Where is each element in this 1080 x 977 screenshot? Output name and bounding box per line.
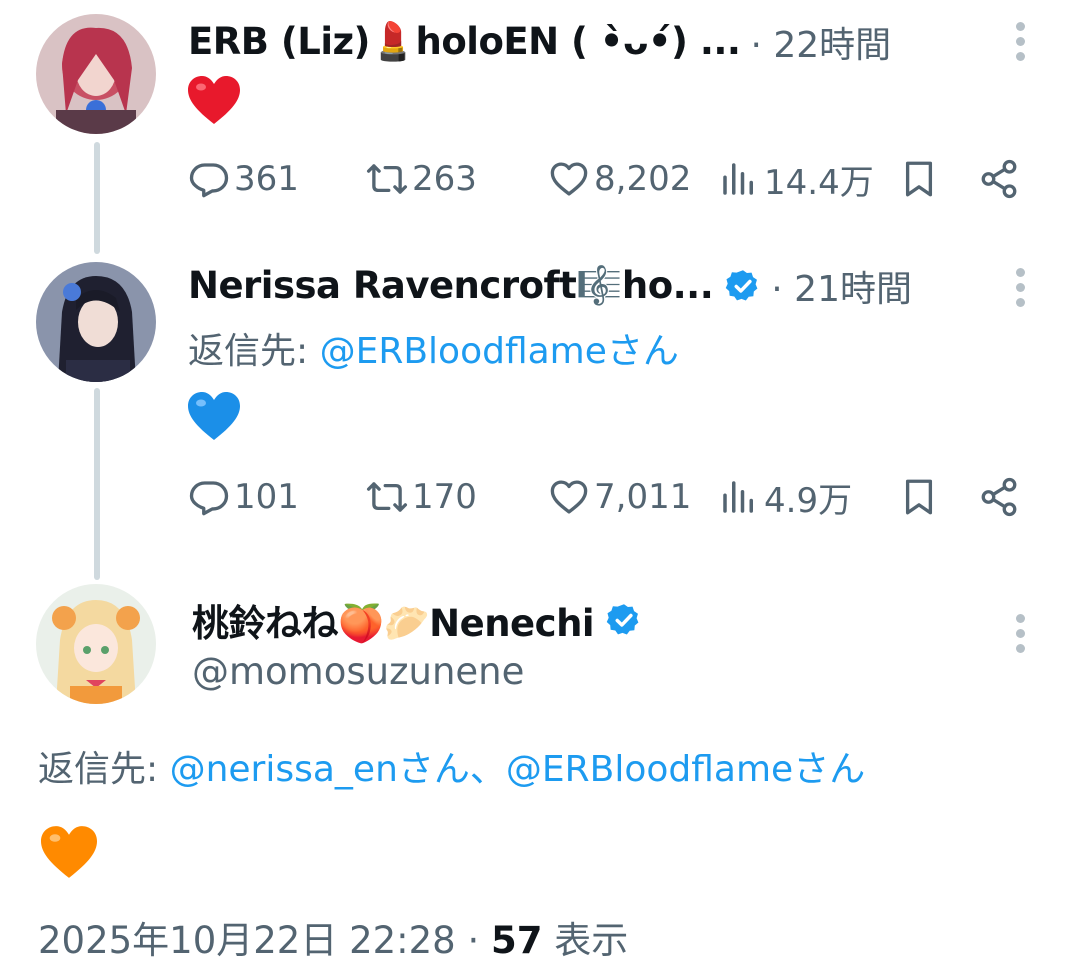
more-options-icon[interactable] <box>1014 268 1026 307</box>
views-button[interactable]: 4.9万 <box>718 472 852 522</box>
reply-button[interactable]: 101 <box>188 472 299 522</box>
tweet1-header: ERB (Liz)💄holoEN ( •̀ᴗ•́) ... · 22時間 <box>188 14 988 70</box>
reply-count: 361 <box>234 159 299 199</box>
bookmark-button[interactable] <box>898 154 940 204</box>
more-options-icon[interactable] <box>1014 614 1026 653</box>
views-button[interactable]: 14.4万 <box>718 154 874 204</box>
avatar-nene[interactable] <box>36 584 156 704</box>
reply-icon <box>189 163 229 198</box>
tweet2-reply-to: 返信先: @ERBloodflameさん <box>188 322 679 374</box>
reply-mention-link[interactable]: @nerissa_enさん、@ERBloodflameさん <box>170 749 866 790</box>
retweet-count: 263 <box>412 159 477 199</box>
retweet-icon <box>366 164 408 194</box>
heart-icon <box>550 480 588 514</box>
avatar-nerissa[interactable] <box>36 262 156 382</box>
blue-heart-icon <box>186 390 242 442</box>
tweet1-display-name[interactable]: ERB (Liz)💄holoEN ( •̀ᴗ•́) ... <box>188 20 740 64</box>
red-heart-icon <box>186 74 242 126</box>
main-reply-to: 返信先: @nerissa_enさん、@ERBloodflameさん <box>38 740 865 792</box>
verified-badge-icon <box>606 604 639 635</box>
tweet2-time[interactable]: · 21時間 <box>771 260 912 312</box>
reply-mention-link[interactable]: @ERBloodflameさん <box>320 331 679 372</box>
share-button[interactable] <box>978 154 1020 204</box>
verified-badge-icon <box>726 270 758 301</box>
bookmark-icon <box>905 479 933 515</box>
main-tweet-meta: 2025年10月22日 22:28 · 57 表示 <box>38 910 628 964</box>
retweet-button[interactable]: 263 <box>366 154 477 204</box>
retweet-icon <box>366 482 408 512</box>
reply-icon <box>189 481 229 516</box>
bookmark-icon <box>905 161 933 197</box>
like-button[interactable]: 8,202 <box>548 154 691 204</box>
tweet1-time[interactable]: · 22時間 <box>750 16 891 68</box>
tweet2-actions: 101 170 7,011 4.9万 <box>188 472 1028 522</box>
tweet-view-label: 表示 <box>542 919 629 962</box>
reply-to-label: 返信先: <box>38 749 170 790</box>
thread-line-2 <box>94 388 100 580</box>
heart-icon <box>550 162 588 196</box>
retweet-count: 170 <box>412 477 477 517</box>
thread-line-1 <box>94 142 100 254</box>
main-display-name[interactable]: 桃鈴ねね🍑🥟Nenechi <box>192 593 594 647</box>
avatar-erb[interactable] <box>36 14 156 134</box>
bookmark-button[interactable] <box>898 472 940 522</box>
tweet-view-count: 57 <box>491 919 543 962</box>
share-icon <box>981 477 1017 517</box>
more-options-icon[interactable] <box>1014 22 1026 61</box>
share-button[interactable] <box>978 472 1020 522</box>
like-count: 7,011 <box>594 477 692 517</box>
share-icon <box>981 159 1017 199</box>
view-count: 4.9万 <box>764 480 853 521</box>
avatar-nerissa-image <box>36 262 156 382</box>
retweet-button[interactable]: 170 <box>366 472 477 522</box>
avatar-erb-image <box>36 14 156 134</box>
reply-to-label: 返信先: <box>188 331 320 372</box>
tweet1-actions: 361 263 8,202 14.4万 <box>188 154 1028 204</box>
analytics-icon <box>723 163 753 195</box>
like-button[interactable]: 7,011 <box>548 472 691 522</box>
reply-count: 101 <box>234 477 299 517</box>
orange-heart-icon <box>38 824 100 880</box>
reply-button[interactable]: 361 <box>188 154 299 204</box>
main-handle[interactable]: @momosuzunene <box>192 650 524 693</box>
view-count: 14.4万 <box>764 162 874 203</box>
analytics-icon <box>723 481 753 513</box>
like-count: 8,202 <box>594 159 692 199</box>
tweet-timestamp[interactable]: 2025年10月22日 22:28 · <box>38 919 491 962</box>
avatar-nene-image <box>36 584 156 704</box>
tweet2-header: Nerissa Ravencroft🎼ho... · 21時間 <box>188 258 988 314</box>
main-tweet-header: 桃鈴ねね🍑🥟Nenechi <box>192 592 952 648</box>
tweet2-display-name[interactable]: Nerissa Ravencroft🎼ho... <box>188 264 713 308</box>
